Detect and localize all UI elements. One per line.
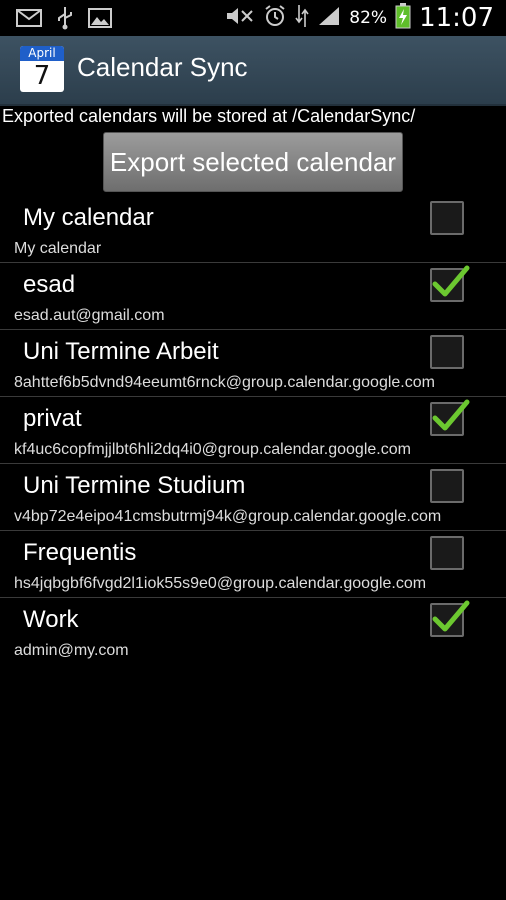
calendar-name: Uni Termine Studium: [23, 472, 246, 499]
calendar-checkbox-checked[interactable]: [430, 265, 470, 302]
export-location-info: Exported calendars will be stored at /Ca…: [2, 106, 416, 126]
clock: 11:07: [419, 3, 494, 33]
battery-charging-icon: [395, 3, 411, 33]
calendar-name: privat: [23, 405, 82, 432]
alarm-icon: [263, 4, 287, 32]
battery-percent: 82%: [349, 8, 388, 28]
usb-icon: [56, 6, 74, 34]
calendar-account: esad.aut@gmail.com: [14, 307, 165, 324]
calendar-checkbox[interactable]: [430, 536, 464, 570]
app-title: Calendar Sync: [77, 52, 248, 82]
notification-icons: [16, 6, 112, 34]
image-icon: [88, 7, 112, 33]
calendar-row[interactable]: esad esad.aut@gmail.com: [0, 263, 506, 330]
calendar-name: Frequentis: [23, 539, 137, 566]
calendar-checkbox[interactable]: [430, 335, 464, 369]
calendar-row[interactable]: Frequentis hs4jqbgbf6fvgd2l1iok55s9e0@gr…: [0, 531, 506, 598]
checkmark-icon: [432, 265, 470, 297]
calendar-row[interactable]: Uni Termine Arbeit 8ahttef6b5dvnd94eeumt…: [0, 330, 506, 397]
calendar-account: 8ahttef6b5dvnd94eeumt6rnck@group.calenda…: [14, 374, 435, 391]
calendar-account: My calendar: [14, 240, 102, 257]
app-icon-month: April: [20, 46, 64, 61]
calendar-account: hs4jqbgbf6fvgd2l1iok55s9e0@group.calenda…: [14, 575, 427, 592]
calendar-row[interactable]: Work admin@my.com: [0, 598, 506, 664]
calendar-list: My calendar My calendar esad esad.aut@gm…: [0, 196, 506, 664]
mail-icon: [16, 7, 42, 33]
calendar-row[interactable]: My calendar My calendar: [0, 196, 506, 263]
mute-icon: [225, 5, 255, 31]
calendar-row[interactable]: privat kf4uc6copfmjjlbt6hli2dq4i0@group.…: [0, 397, 506, 464]
action-bar: April 7 Calendar Sync: [0, 36, 506, 106]
status-bar: 82% 11:07: [0, 0, 506, 36]
calendar-name: My calendar: [23, 204, 154, 231]
calendar-checkbox[interactable]: [430, 201, 464, 235]
data-arrows-icon: [295, 3, 309, 33]
calendar-checkbox-checked[interactable]: [430, 600, 470, 637]
calendar-account: v4bp72e4eipo41cmsbutrmj94k@group.calenda…: [14, 508, 442, 525]
calendar-checkbox-checked[interactable]: [430, 399, 470, 436]
calendar-name: Uni Termine Arbeit: [23, 338, 219, 365]
calendar-checkbox[interactable]: [430, 469, 464, 503]
calendar-name: esad: [23, 271, 76, 298]
calendar-row[interactable]: Uni Termine Studium v4bp72e4eipo41cmsbut…: [0, 464, 506, 531]
export-selected-calendar-button[interactable]: Export selected calendar: [103, 132, 403, 192]
checkmark-icon: [432, 600, 470, 632]
calendar-app-icon[interactable]: April 7: [20, 46, 64, 92]
signal-icon: [317, 5, 341, 31]
system-status: 82% 11:07: [225, 0, 494, 36]
calendar-account: kf4uc6copfmjjlbt6hli2dq4i0@group.calenda…: [14, 441, 411, 458]
checkmark-icon: [432, 399, 470, 431]
calendar-account: admin@my.com: [14, 642, 129, 659]
calendar-name: Work: [23, 606, 79, 633]
app-icon-day: 7: [33, 61, 51, 91]
